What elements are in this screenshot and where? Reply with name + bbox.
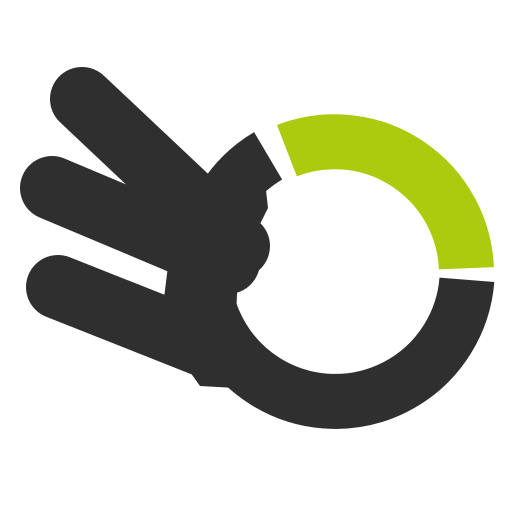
accent-ring-arc xyxy=(277,114,494,271)
icon-canvas xyxy=(0,0,512,512)
ok-hand-gesture-icon xyxy=(20,67,495,429)
